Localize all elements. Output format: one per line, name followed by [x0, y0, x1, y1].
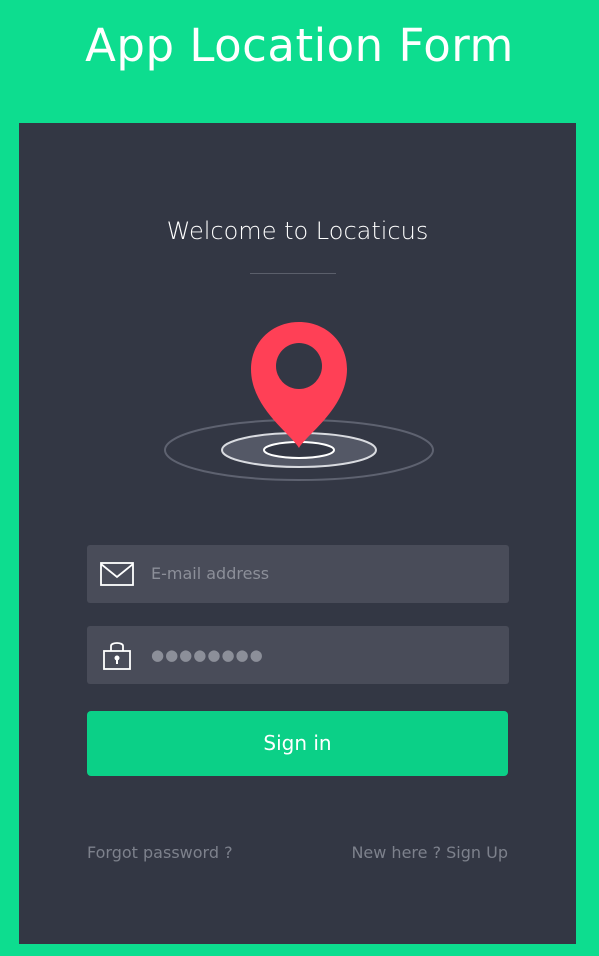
email-field[interactable]: E-mail address: [87, 545, 509, 603]
lock-icon: [103, 642, 131, 670]
location-pin-icon: [164, 322, 434, 481]
login-panel: Welcome to Locaticus E-mail address ●●●●…: [19, 123, 576, 944]
divider: [250, 273, 336, 274]
page-title: App Location Form: [85, 19, 514, 72]
mail-icon: [100, 562, 134, 586]
forgot-password-link[interactable]: Forgot password ?: [87, 841, 233, 865]
password-field[interactable]: ●●●●●●●●: [87, 626, 509, 684]
welcome-heading: Welcome to Locaticus: [166, 217, 429, 245]
password-value: ●●●●●●●●: [151, 646, 264, 664]
sign-up-link[interactable]: New here ? Sign Up: [351, 841, 508, 865]
email-placeholder: E-mail address: [151, 564, 270, 583]
sign-in-button[interactable]: Sign in: [87, 711, 508, 776]
